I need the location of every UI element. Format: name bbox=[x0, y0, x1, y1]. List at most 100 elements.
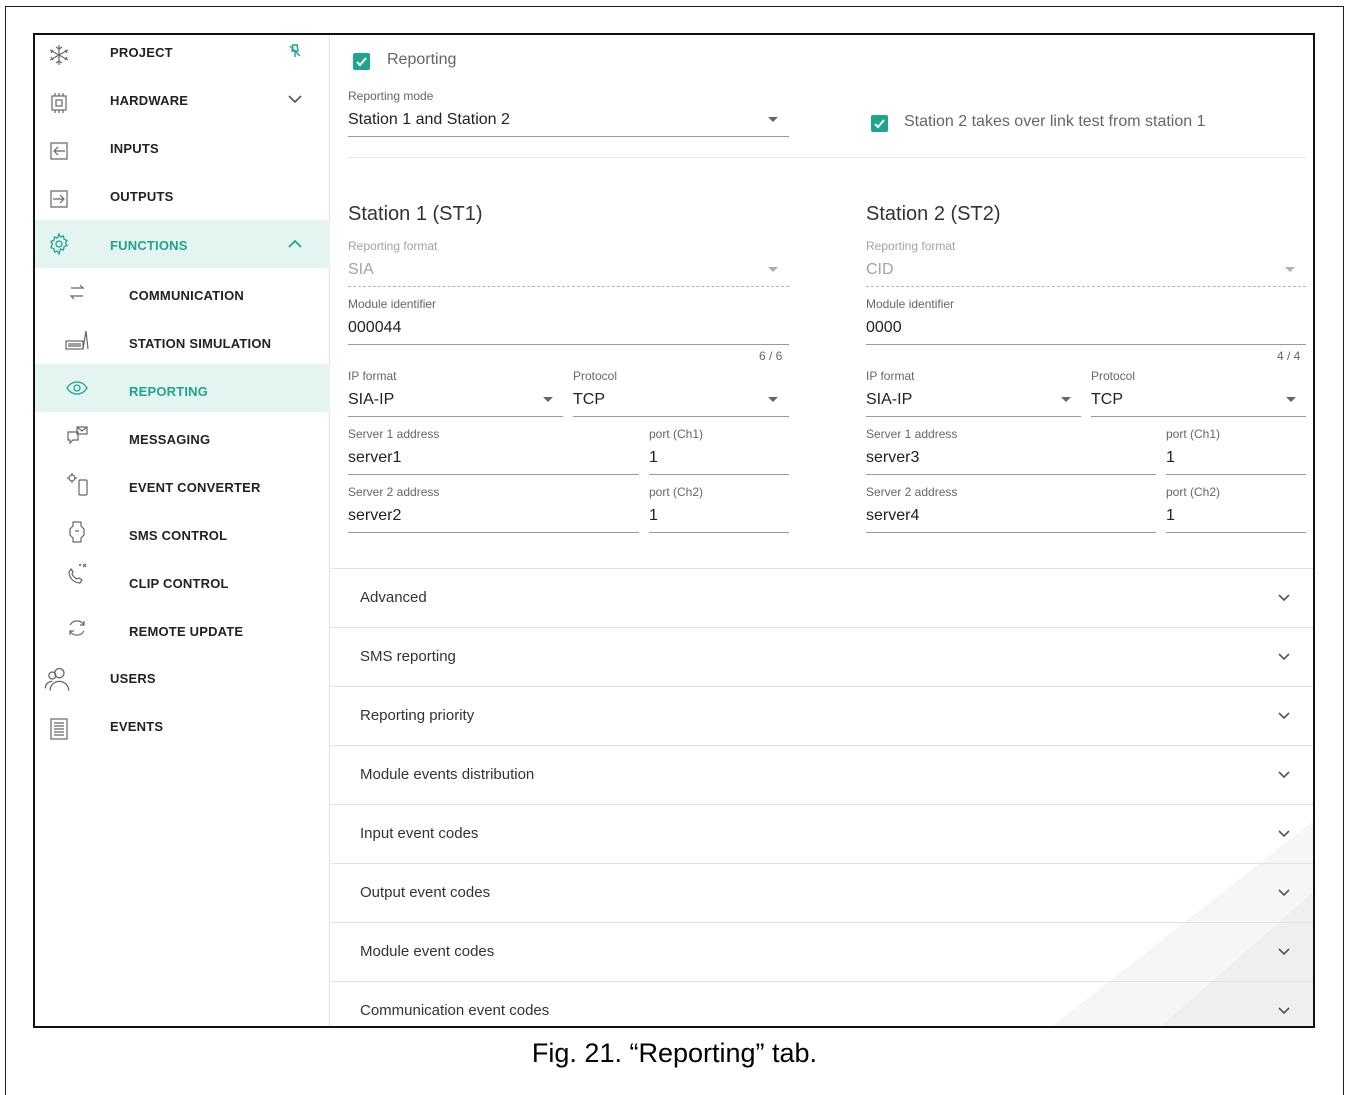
station-2-port1-input[interactable]: 1 bbox=[1166, 443, 1306, 475]
station-1-ip-format-select[interactable]: SIA-IP bbox=[348, 385, 563, 417]
station-1-port2-input[interactable]: 1 bbox=[649, 501, 789, 533]
sidebar-item-inputs[interactable]: INPUTS bbox=[35, 131, 330, 179]
sidebar-item-label: STATION SIMULATION bbox=[129, 336, 272, 351]
sidebar-item-label: EVENT CONVERTER bbox=[129, 480, 261, 495]
snowflake-icon bbox=[49, 45, 69, 65]
accordion-label: Reporting priority bbox=[360, 707, 475, 724]
station-1-id-input[interactable]: 000044 bbox=[348, 313, 789, 345]
sidebar-item-label: OUTPUTS bbox=[110, 189, 174, 204]
sidebar-item-hardware[interactable]: HARDWARE bbox=[35, 83, 330, 131]
station-1-protocol-select[interactable]: TCP bbox=[573, 385, 789, 417]
station-1-server1-label: Server 1 address bbox=[348, 427, 440, 441]
sidebar-item-functions[interactable]: FUNCTIONS bbox=[35, 220, 330, 268]
station-2-server1-input[interactable]: server3 bbox=[866, 443, 1156, 475]
accordion-communication-event-codes[interactable]: Communication event codes bbox=[331, 981, 1313, 1026]
sidebar-item-users[interactable]: USERS bbox=[35, 661, 330, 709]
station-1-port1-value: 1 bbox=[649, 449, 658, 466]
station-1-server2-label: Server 2 address bbox=[348, 485, 440, 499]
sidebar-item-project[interactable]: PROJECT bbox=[35, 35, 330, 83]
field-underline bbox=[866, 474, 1156, 475]
field-underline bbox=[866, 286, 1306, 287]
field-underline bbox=[348, 136, 789, 137]
figure-caption: Fig. 21. “Reporting” tab. bbox=[531, 1038, 818, 1068]
station-2-ip-format-select[interactable]: SIA-IP bbox=[866, 385, 1081, 417]
station-1-server1-value: server1 bbox=[348, 449, 402, 466]
field-underline bbox=[1091, 416, 1306, 417]
caret-down-icon bbox=[768, 117, 778, 122]
station-2-server2-input[interactable]: server4 bbox=[866, 501, 1156, 533]
station-2-protocol-label: Protocol bbox=[1091, 369, 1136, 383]
output-arrow-icon bbox=[50, 190, 68, 208]
sidebar-item-communication[interactable]: COMMUNICATION bbox=[35, 268, 330, 316]
chevron-down-icon bbox=[1278, 948, 1290, 956]
station-2-id-input[interactable]: 0000 bbox=[866, 313, 1306, 345]
field-underline bbox=[348, 474, 639, 475]
sidebar-item-label: PROJECT bbox=[110, 45, 173, 60]
field-underline bbox=[348, 532, 639, 533]
pin-icon[interactable] bbox=[287, 43, 303, 59]
sidebar-item-reporting[interactable]: REPORTING bbox=[35, 364, 330, 412]
station-2-port2-label: port (Ch2) bbox=[1166, 485, 1221, 499]
sidebar-item-event-converter[interactable]: EVENT CONVERTER bbox=[35, 460, 330, 508]
accordion-advanced[interactable]: Advanced bbox=[331, 568, 1313, 627]
accordion-module-event-codes[interactable]: Module event codes bbox=[331, 922, 1313, 981]
chevron-down-icon bbox=[1278, 712, 1290, 720]
takeover-checkbox[interactable] bbox=[871, 115, 888, 132]
sidebar-item-label: FUNCTIONS bbox=[110, 238, 188, 253]
sidebar-item-remote-update[interactable]: REMOTE UPDATE bbox=[35, 604, 330, 652]
accordion-sms-reporting[interactable]: SMS reporting bbox=[331, 627, 1313, 686]
sidebar-item-clip-control[interactable]: CLIP CONTROL bbox=[35, 556, 330, 604]
chevron-down-icon bbox=[1278, 771, 1290, 779]
station-2-ip-format-value: SIA-IP bbox=[866, 391, 913, 408]
gear-icon bbox=[50, 232, 68, 256]
station-1-port2-value: 1 bbox=[649, 507, 658, 524]
sidebar-item-station-simulation[interactable]: STATION SIMULATION bbox=[35, 316, 330, 364]
event-converter-icon bbox=[67, 473, 88, 496]
accordion-output-event-codes[interactable]: Output event codes bbox=[331, 863, 1313, 922]
app-window: PROJECT HARDWARE INPUTS OUTPUTS FUNCTION… bbox=[33, 33, 1315, 1028]
reporting-mode-value: Station 1 and Station 2 bbox=[348, 111, 510, 128]
sidebar-item-sms-control[interactable]: SMS CONTROL bbox=[35, 508, 330, 556]
station-2-server2-value: server4 bbox=[866, 507, 920, 524]
accordion-module-events-distribution[interactable]: Module events distribution bbox=[331, 745, 1313, 804]
chat-mail-icon bbox=[67, 426, 88, 445]
station-1-server1-input[interactable]: server1 bbox=[348, 443, 639, 475]
field-underline bbox=[348, 286, 789, 287]
station-icon bbox=[65, 330, 89, 350]
field-underline bbox=[866, 344, 1306, 345]
sidebar-item-label: INPUTS bbox=[110, 141, 159, 156]
chevron-down-icon bbox=[1278, 594, 1290, 602]
sidebar-item-label: USERS bbox=[110, 671, 156, 686]
refresh-icon bbox=[69, 620, 85, 636]
sidebar-item-messaging[interactable]: MESSAGING bbox=[35, 412, 330, 460]
station-2-ip-format-label: IP format bbox=[866, 369, 915, 383]
accordion-label: Communication event codes bbox=[360, 1002, 550, 1019]
station-1-port2-label: port (Ch2) bbox=[649, 485, 704, 499]
station-1-port1-label: port (Ch1) bbox=[649, 427, 704, 441]
users-icon bbox=[44, 667, 70, 691]
accordion-label: Module events distribution bbox=[360, 766, 535, 783]
reporting-checkbox[interactable] bbox=[353, 53, 370, 70]
field-underline bbox=[866, 416, 1081, 417]
caret-down-icon bbox=[543, 397, 553, 402]
chevron-up-icon[interactable] bbox=[287, 236, 303, 252]
station-2-protocol-value: TCP bbox=[1091, 391, 1123, 408]
station-2-protocol-select[interactable]: TCP bbox=[1091, 385, 1306, 417]
station-1-port1-input[interactable]: 1 bbox=[649, 443, 789, 475]
accordion-label: Input event codes bbox=[360, 825, 479, 842]
station-1-ip-format-label: IP format bbox=[348, 369, 397, 383]
sidebar-item-label: REMOTE UPDATE bbox=[129, 624, 244, 639]
accordion-input-event-codes[interactable]: Input event codes bbox=[331, 804, 1313, 863]
sidebar-item-label: COMMUNICATION bbox=[129, 288, 245, 303]
sidebar-item-events[interactable]: EVENTS bbox=[35, 709, 330, 757]
station-1-id-counter: 6 / 6 bbox=[759, 349, 783, 363]
accordion-label: Advanced bbox=[360, 589, 427, 606]
station-2-port2-input[interactable]: 1 bbox=[1166, 501, 1306, 533]
eye-icon bbox=[66, 381, 88, 395]
station-2-format-select: CID bbox=[866, 255, 1306, 287]
accordion-reporting-priority[interactable]: Reporting priority bbox=[331, 686, 1313, 745]
exchange-arrows-icon bbox=[69, 284, 85, 300]
chevron-down-icon[interactable] bbox=[287, 91, 303, 107]
reporting-mode-select[interactable]: Station 1 and Station 2 bbox=[348, 105, 789, 137]
station-1-server2-input[interactable]: server2 bbox=[348, 501, 639, 533]
